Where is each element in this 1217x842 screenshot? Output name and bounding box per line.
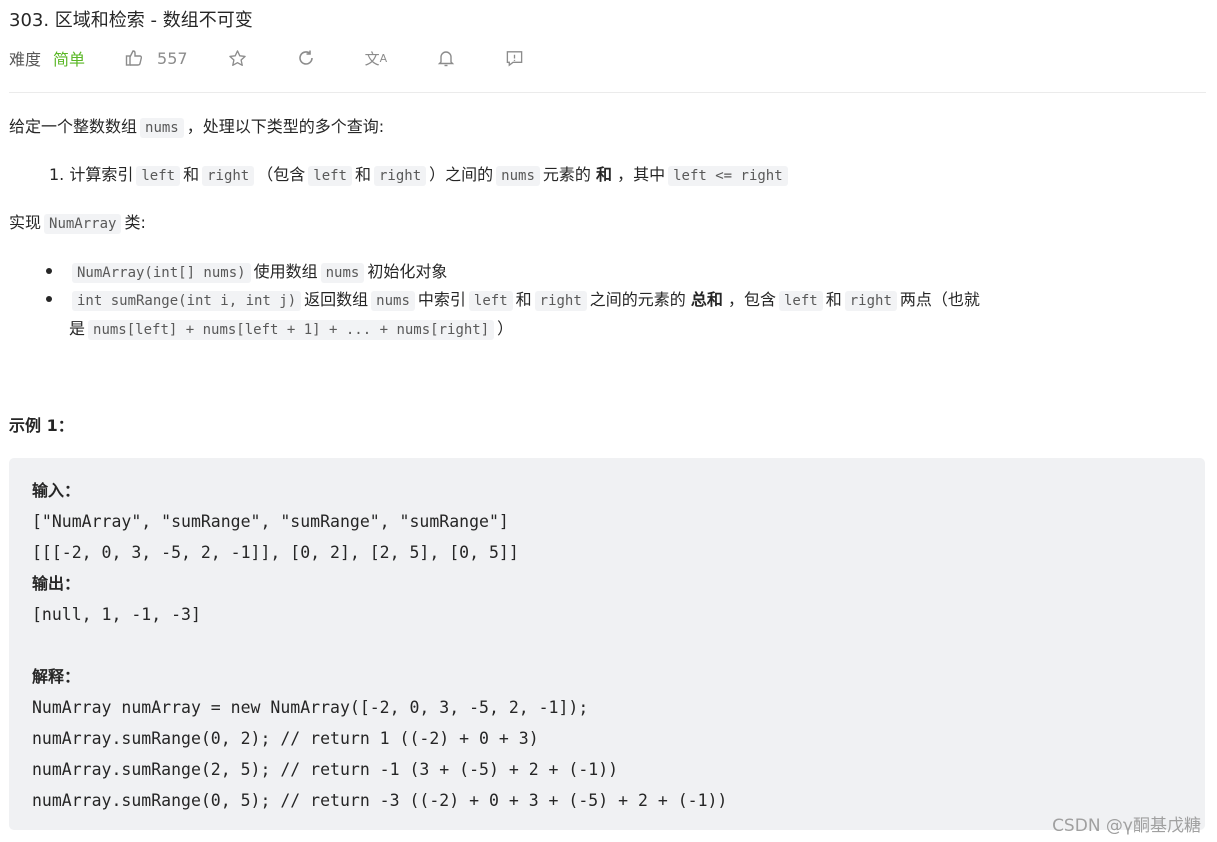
inline-code: nums <box>371 291 415 311</box>
problem-title: 303. 区域和检索 - 数组不可变 <box>9 10 253 31</box>
bold-text: 总和 <box>690 290 723 309</box>
text: 两点（也就 <box>899 290 980 309</box>
text: ）之间的 <box>429 165 494 184</box>
intro-paragraph: 给定一个整数数组 nums ，处理以下类型的多个查询: <box>9 115 384 140</box>
text: 和 <box>183 165 200 184</box>
text: ，处理以下类型的多个查询: <box>186 117 385 136</box>
implement-paragraph: 实现 NumArray 类: <box>9 211 146 236</box>
text: 类: <box>124 213 146 232</box>
code-line: numArray.sumRange(0, 2); // return 1 ((-… <box>32 729 539 748</box>
example-heading: 示例 1： <box>9 416 74 435</box>
text: 1. 计算索引 <box>49 165 134 184</box>
bullet <box>46 296 52 302</box>
bold-text: 和 <box>595 165 612 184</box>
text: ，其中 <box>612 165 666 184</box>
text: （包含 <box>257 165 306 184</box>
bullet <box>46 268 52 274</box>
watermark: CSDN @γ酮基戊糖 <box>1052 816 1201 836</box>
code-line: ["NumArray", "sumRange", "sumRange", "su… <box>32 512 509 531</box>
meta-bar: 难度 简单 557 文A <box>9 45 524 71</box>
text: 给定一个整数数组 <box>9 117 138 136</box>
feedback-icon[interactable] <box>505 49 524 68</box>
code-line: [null, 1, -1, -3] <box>32 605 201 624</box>
inline-code: right <box>202 166 255 186</box>
inline-code: left <box>308 166 352 186</box>
example-code-block: 输入： ["NumArray", "sumRange", "sumRange", … <box>9 458 1205 830</box>
text: 元素的 <box>542 165 596 184</box>
inline-code: left <box>779 291 823 311</box>
text: 中索引 <box>417 290 466 309</box>
text: 初始化对象 <box>367 262 448 281</box>
bullet-item-constructor: NumArray(int[] nums) 使用数组 nums 初始化对象 <box>69 260 447 285</box>
code-line: numArray.sumRange(2, 5); // return -1 (3… <box>32 760 619 779</box>
inline-code: int sumRange(int i, int j) <box>72 291 302 311</box>
bell-icon[interactable] <box>437 49 455 67</box>
inline-code: NumArray(int[] nums) <box>72 263 251 283</box>
text: 使用数组 <box>253 262 318 281</box>
inline-code: nums <box>320 263 365 283</box>
text: 之间的元素的 <box>589 290 691 309</box>
translate-icon[interactable]: 文A <box>365 48 388 69</box>
text: 和 <box>515 290 532 309</box>
inline-code: right <box>374 166 427 186</box>
inline-code: right <box>534 291 587 311</box>
inline-code: nums <box>496 166 540 186</box>
code-line: [[[-2, 0, 3, -5, 2, -1]], [0, 2], [2, 5]… <box>32 543 519 562</box>
code-section-label: 输入： <box>32 481 81 500</box>
text: 是 <box>69 319 86 338</box>
divider <box>9 92 1206 93</box>
ordered-list-item: 1. 计算索引 left 和 right （包含 left 和 right ）之间的 nums 元素… <box>49 163 791 188</box>
inline-code: NumArray <box>44 214 122 234</box>
inline-code: right <box>844 291 897 311</box>
like-count: 557 <box>157 48 188 68</box>
inline-code: nums <box>140 118 184 138</box>
code-line: NumArray numArray = new NumArray([-2, 0,… <box>32 698 589 717</box>
star-icon[interactable] <box>228 49 247 68</box>
text: ） <box>497 319 514 338</box>
inline-code: left <box>468 291 513 311</box>
thumbs-up-icon[interactable] <box>125 49 143 67</box>
bullet-item-sumrange-cont: 是 nums[left] + nums[left + 1] + ... + num… <box>69 317 513 342</box>
code-line: numArray.sumRange(0, 5); // return -3 ((… <box>32 791 728 810</box>
text: ，包含 <box>722 290 776 309</box>
bullet-item-sumrange: int sumRange(int i, int j) 返回数组 nums 中索引 lef… <box>69 288 980 313</box>
inline-code: left <box>136 166 181 186</box>
code-section-label: 输出： <box>32 574 81 593</box>
text: 和 <box>825 290 842 309</box>
text: 返回数组 <box>304 290 369 309</box>
difficulty-badge: 简单 <box>53 50 86 69</box>
refresh-icon[interactable] <box>297 49 315 67</box>
text: 和 <box>354 165 371 184</box>
inline-code: nums[left] + nums[left + 1] + ... + nums… <box>88 320 495 340</box>
text: 实现 <box>9 213 42 232</box>
inline-code: left <= right <box>668 166 788 186</box>
code-section-label: 解释： <box>32 667 81 686</box>
difficulty-label: 难度 <box>9 50 42 69</box>
